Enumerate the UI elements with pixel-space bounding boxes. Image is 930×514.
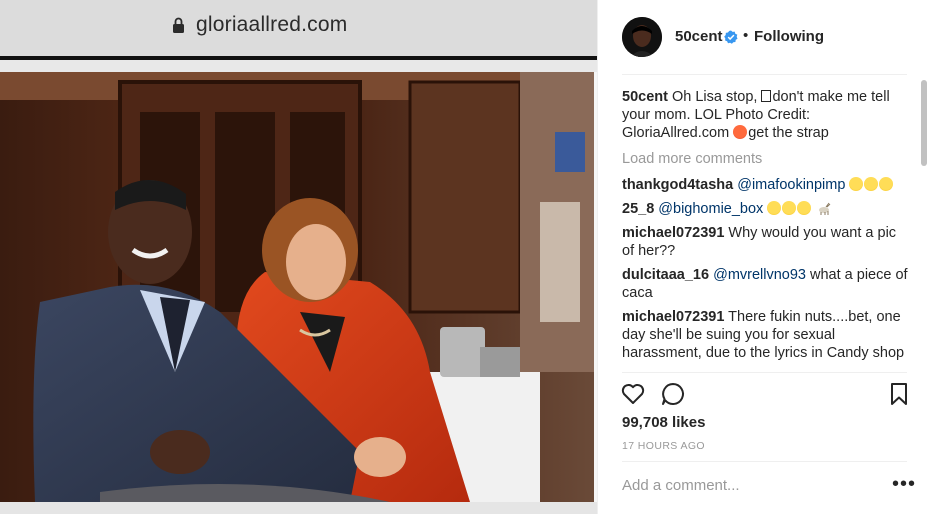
comment-item: thankgod4tasha @imafookinpimp: [622, 176, 912, 194]
footer-divider: [622, 461, 907, 462]
comment-mention[interactable]: @imafookinpimp: [737, 177, 845, 193]
actions-divider: [622, 372, 907, 373]
header-divider: [622, 74, 907, 75]
comment-item: dulcitaaa_16 @mvrellvno93 what a piece o…: [622, 266, 912, 302]
add-comment-input[interactable]: Add a comment...: [622, 477, 862, 494]
caption-username[interactable]: 50cent: [622, 89, 668, 105]
comment-username[interactable]: michael072391: [622, 225, 724, 241]
comments-scrollbar[interactable]: [920, 80, 928, 370]
bookmark-icon[interactable]: [886, 381, 912, 407]
header-separator: •: [743, 27, 749, 44]
laughing-emoji-icon: [767, 201, 782, 215]
comment-mention[interactable]: @bighomie_box: [658, 201, 763, 217]
heart-icon[interactable]: [620, 381, 646, 407]
avatar[interactable]: [622, 17, 662, 57]
lock-icon: [173, 17, 184, 33]
photo-image: [0, 72, 594, 502]
comment-username[interactable]: dulcitaaa_16: [622, 267, 709, 283]
post-timestamp[interactable]: 17 HOURS AGO: [622, 440, 705, 452]
post-author-username[interactable]: 50cent: [675, 28, 723, 45]
photo-gap: [0, 60, 597, 72]
caption-text-1: Oh Lisa stop,: [671, 89, 762, 105]
comments-list[interactable]: 50cent Oh Lisa stop, don't make me tell …: [622, 88, 912, 371]
comment-icon[interactable]: [660, 381, 686, 407]
caption-text-3: get the strap: [748, 125, 829, 141]
laughing-emoji-icon: [797, 201, 812, 215]
post-header: 50cent • Following: [598, 0, 930, 74]
caption: 50cent Oh Lisa stop, don't make me tell …: [622, 88, 912, 142]
load-more-comments-link[interactable]: Load more comments: [622, 150, 912, 168]
post-side-panel: 50cent • Following 50cent Oh Lisa stop, …: [597, 0, 930, 514]
comment-item: 25_8 @bighomie_box: [622, 200, 912, 218]
comment-username[interactable]: michael072391: [622, 309, 724, 325]
goat-emoji-icon: [819, 202, 831, 215]
scrollbar-thumb[interactable]: [921, 80, 927, 166]
more-options-icon[interactable]: •••: [892, 474, 915, 496]
laughing-emoji-icon: [849, 177, 864, 191]
laughing-emoji-icon: [864, 177, 879, 191]
angry-face-emoji-icon: [733, 125, 748, 139]
comment-username[interactable]: thankgod4tasha: [622, 177, 733, 193]
laughing-emoji-icon: [879, 177, 894, 191]
likes-count[interactable]: 99,708 likes: [622, 414, 705, 431]
comment-item: michael072391 Why would you want a pic o…: [622, 224, 912, 260]
photo-bottom-strip: [0, 502, 597, 514]
following-button[interactable]: Following: [754, 28, 824, 45]
comment-item: michael072391 There fukin nuts....bet, o…: [622, 308, 912, 362]
avatar-image: [622, 17, 662, 57]
post-photo[interactable]: gloriaallred.com: [0, 0, 597, 514]
comment-mention[interactable]: @mvrellvno93: [713, 267, 806, 283]
photo-url-text: gloriaallred.com: [196, 13, 348, 36]
comment-username[interactable]: 25_8: [622, 201, 654, 217]
missing-glyph-icon: [761, 90, 772, 102]
verified-badge-icon: [724, 30, 738, 44]
laughing-emoji-icon: [782, 201, 797, 215]
photo-url-banner: gloriaallred.com: [0, 0, 597, 56]
